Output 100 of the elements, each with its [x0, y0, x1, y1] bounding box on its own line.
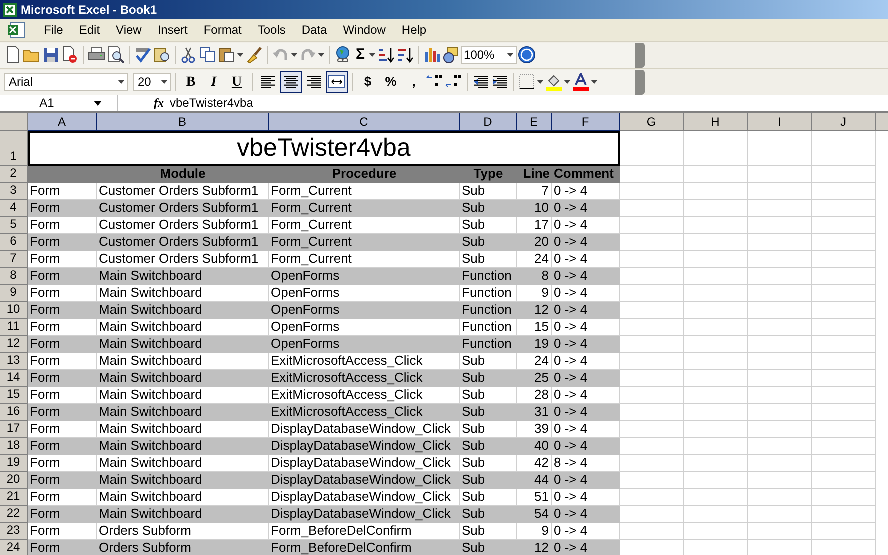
column-header[interactable]: A: [28, 113, 97, 131]
menu-item[interactable]: View: [108, 21, 150, 39]
column-header[interactable]: F: [552, 113, 620, 131]
row-header[interactable]: 18: [0, 438, 28, 455]
dropdown-arrow-icon[interactable]: [118, 80, 125, 84]
menu-item[interactable]: Edit: [71, 21, 108, 39]
table-cell: 0 -> 4: [552, 370, 620, 387]
dropdown-arrow-icon[interactable]: [507, 53, 514, 57]
row-header[interactable]: 10: [0, 302, 28, 319]
row-header[interactable]: 13: [0, 353, 28, 370]
comma-button[interactable]: ,: [403, 71, 425, 93]
borders-icon[interactable]: [518, 73, 536, 91]
fill-color-icon[interactable]: [545, 73, 563, 91]
row-header[interactable]: 20: [0, 472, 28, 489]
column-header[interactable]: C: [269, 113, 460, 131]
table-cell: Customer Orders Subform1: [97, 183, 269, 200]
spelling-check-icon[interactable]: [134, 46, 152, 64]
dropdown-arrow-icon[interactable]: [564, 80, 571, 84]
row-header[interactable]: 23: [0, 523, 28, 540]
book-search-icon[interactable]: [153, 46, 171, 64]
menu-item[interactable]: Tools: [250, 21, 294, 39]
row-header[interactable]: 6: [0, 234, 28, 251]
row-header[interactable]: 8: [0, 268, 28, 285]
globe-link-icon[interactable]: [334, 46, 352, 64]
document-stop-icon[interactable]: [61, 46, 79, 64]
shapes-icon[interactable]: [442, 46, 460, 64]
dropdown-arrow-icon[interactable]: [537, 80, 544, 84]
table-cell: Sub: [460, 472, 517, 489]
italic-button[interactable]: I: [203, 71, 225, 93]
row-header[interactable]: 9: [0, 285, 28, 302]
dropdown-arrow-icon[interactable]: [369, 53, 376, 57]
menu-item[interactable]: Format: [196, 21, 250, 39]
row-header[interactable]: 5: [0, 217, 28, 234]
column-header[interactable]: [876, 113, 888, 131]
menu-item[interactable]: Window: [335, 21, 394, 39]
row-header[interactable]: 7: [0, 251, 28, 268]
table-cell: Sub: [460, 404, 517, 421]
empty-cell: [684, 302, 748, 319]
empty-cell: [812, 251, 876, 268]
row-header[interactable]: 19: [0, 455, 28, 472]
currency-button[interactable]: $: [357, 71, 379, 93]
row-header[interactable]: 1: [0, 131, 28, 166]
row-header[interactable]: 14: [0, 370, 28, 387]
column-header[interactable]: G: [620, 113, 684, 131]
underline-button[interactable]: U: [226, 71, 248, 93]
empty-cell: [812, 421, 876, 438]
column-header[interactable]: B: [97, 113, 269, 131]
merge-button[interactable]: [326, 71, 348, 93]
menu-item[interactable]: File: [36, 21, 72, 39]
insert-function-button[interactable]: fx: [154, 94, 164, 112]
zoom-dropdown[interactable]: 100%: [461, 46, 518, 64]
increase-indent-icon[interactable]: [491, 73, 509, 91]
row-header[interactable]: 17: [0, 421, 28, 438]
dropdown-arrow-icon[interactable]: [161, 80, 168, 84]
sort-ascending-icon[interactable]: [377, 46, 396, 64]
column-header[interactable]: D: [460, 113, 517, 131]
row-header[interactable]: 21: [0, 489, 28, 506]
clipboard-icon[interactable]: [218, 46, 236, 64]
dropdown-arrow-icon[interactable]: [591, 80, 598, 84]
scissors-icon[interactable]: [180, 46, 198, 64]
percent-button[interactable]: %: [380, 71, 402, 93]
paintbrush-icon[interactable]: [245, 46, 263, 64]
menu-item[interactable]: Help: [394, 21, 435, 39]
row-header[interactable]: 11: [0, 319, 28, 336]
column-header[interactable]: H: [684, 113, 748, 131]
column-header[interactable]: I: [748, 113, 812, 131]
empty-cell: [812, 404, 876, 421]
row-header[interactable]: 4: [0, 200, 28, 217]
row-header[interactable]: 16: [0, 404, 28, 421]
menu-item[interactable]: Insert: [150, 21, 196, 39]
row-header[interactable]: 22: [0, 506, 28, 523]
row-header[interactable]: 24: [0, 540, 28, 555]
font-size-dropdown[interactable]: 20: [133, 73, 171, 91]
dropdown-arrow-icon[interactable]: [318, 53, 325, 57]
font-color-icon[interactable]: [572, 73, 590, 91]
table-cell: 54: [517, 506, 552, 523]
print-preview-icon[interactable]: [107, 46, 125, 64]
dropdown-arrow-icon[interactable]: [291, 53, 298, 57]
help-icon[interactable]: [518, 46, 536, 64]
row-header[interactable]: 2: [0, 166, 28, 183]
column-header[interactable]: E: [517, 113, 552, 131]
workbook-icon[interactable]: [8, 22, 26, 38]
dropdown-arrow-icon[interactable]: [237, 53, 244, 57]
font-dropdown[interactable]: Arial: [4, 73, 128, 91]
row-header[interactable]: 3: [0, 183, 28, 200]
sort-descending-icon[interactable]: [396, 46, 414, 64]
row-header[interactable]: 12: [0, 336, 28, 353]
select-all-corner[interactable]: [0, 113, 28, 131]
empty-cell: [748, 523, 812, 540]
bold-button[interactable]: B: [180, 71, 202, 93]
autosum-button[interactable]: Σ: [353, 44, 368, 66]
table-cell: Main Switchboard: [97, 489, 269, 506]
column-header[interactable]: J: [812, 113, 876, 131]
bar-chart-icon[interactable]: [423, 46, 442, 64]
menu-item[interactable]: Data: [294, 21, 336, 39]
row-header[interactable]: 15: [0, 387, 28, 404]
formula-field[interactable]: vbeTwister4vba: [170, 94, 888, 112]
copy-icon[interactable]: [199, 46, 217, 64]
align-center-button[interactable]: [280, 71, 302, 93]
decrease-indent-icon[interactable]: [472, 73, 490, 91]
